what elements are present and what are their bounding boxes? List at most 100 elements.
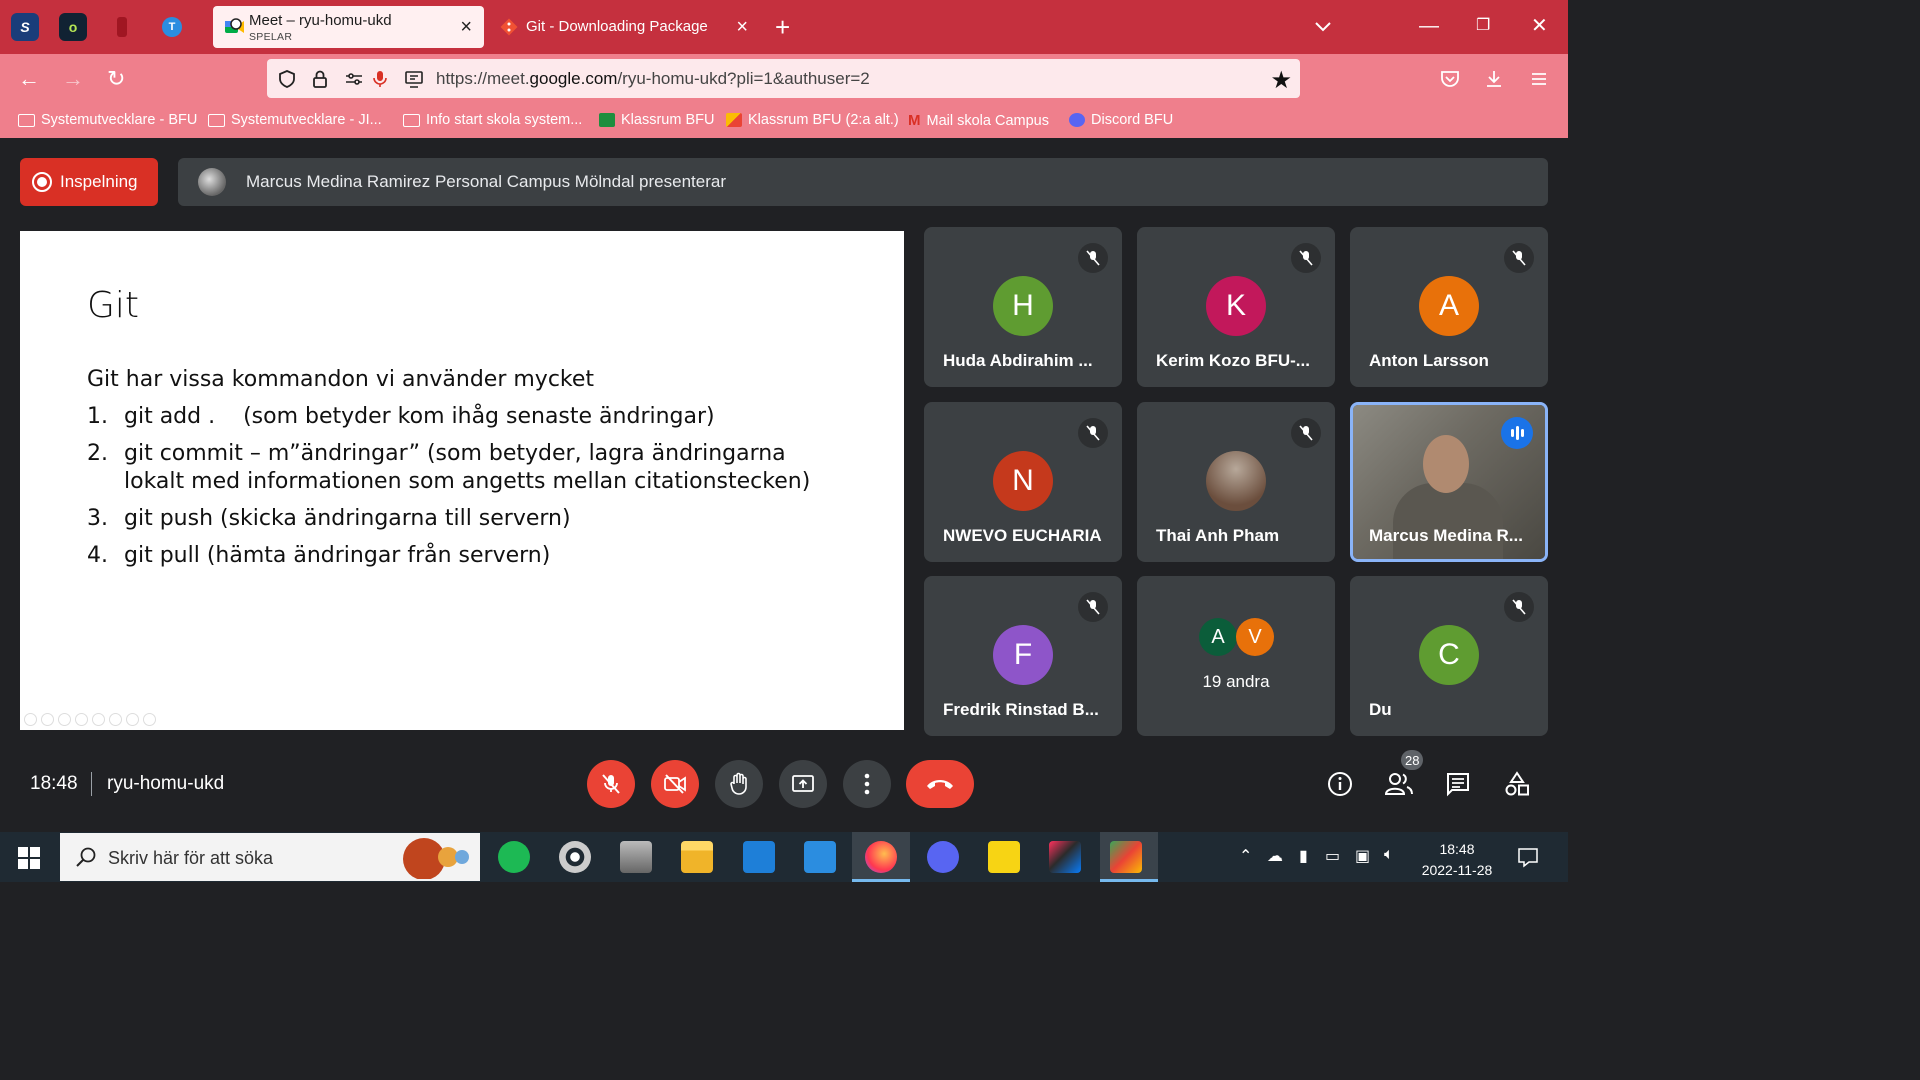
participant-tile[interactable]: F Fredrik Rinstad B... (924, 576, 1122, 736)
bookmark-item[interactable]: Klassrum BFU (599, 112, 714, 128)
participant-tile[interactable]: A Anton Larsson (1350, 227, 1548, 387)
tab-meet[interactable]: Meet – ryu-homu-ukd SPELAR × (213, 6, 484, 48)
forward-button[interactable]: → (62, 66, 84, 92)
self-tile[interactable]: C Du (1350, 576, 1548, 736)
taskbar-search-box[interactable]: Skriv här för att söka (60, 833, 480, 881)
chat-button[interactable] (1442, 768, 1474, 800)
file-explorer-icon[interactable] (681, 841, 713, 873)
git-icon (500, 18, 518, 36)
windows-start-icon[interactable] (18, 847, 40, 869)
participant-tile[interactable]: H Huda Abdirahim ... (924, 227, 1122, 387)
downloads-icon[interactable] (1484, 69, 1504, 89)
tab-git-download[interactable]: Git - Downloading Package × (490, 6, 760, 48)
participant-tile-active-speaker[interactable]: Marcus Medina R... (1350, 402, 1548, 562)
present-screen-button[interactable] (779, 760, 827, 808)
pocket-icon[interactable] (1440, 69, 1460, 89)
microphone-icon[interactable] (370, 69, 390, 89)
pinned-tab-icon[interactable] (108, 13, 136, 41)
bookmark-item[interactable]: Info start skola system... (403, 112, 582, 128)
search-placeholder: Skriv här för att söka (108, 848, 274, 868)
taskbar-clock[interactable]: 18:48 2022-11-28 (1417, 839, 1497, 881)
slide-list-item: 1. git add . (som betyder kom ihåg senas… (87, 404, 715, 429)
camera-toggle-button[interactable] (651, 760, 699, 808)
chevron-up-icon[interactable]: ⌃ (1239, 846, 1252, 866)
chevron-down-icon[interactable] (1314, 18, 1332, 36)
microphone-icon[interactable]: ▮ (1299, 846, 1308, 866)
folder-icon (403, 113, 420, 127)
pinned-tab-icon[interactable]: o (59, 13, 87, 41)
present-icon (792, 775, 814, 792)
others-tile[interactable]: A V 19 andra (1137, 576, 1335, 736)
pinned-tab-icon[interactable]: T (158, 13, 186, 41)
slide-title: Git (87, 285, 140, 326)
meet-main: Inspelning Marcus Medina Ramirez Persona… (0, 138, 1568, 832)
url-bar[interactable]: https://meet.google.com/ryu-homu-ukd?pli… (267, 59, 1300, 98)
app-icon[interactable] (620, 841, 652, 873)
hand-icon (730, 772, 747, 795)
intellij-icon[interactable] (1049, 841, 1081, 873)
bookmarks-bar: Systemutvecklare - BFU Systemutvecklare … (0, 104, 1568, 138)
spotify-icon[interactable] (498, 841, 530, 873)
app-icon[interactable] (743, 841, 775, 873)
firefox-icon[interactable] (865, 841, 897, 873)
menu-icon[interactable] (1529, 69, 1549, 89)
close-icon[interactable]: × (460, 17, 472, 37)
avatar: F (993, 625, 1053, 685)
raise-hand-button[interactable] (715, 760, 763, 808)
volume-icon[interactable]: 🔈︎ (1384, 846, 1394, 864)
folder-icon (208, 113, 225, 127)
mic-off-icon (1504, 243, 1534, 273)
bookmark-item[interactable]: M Mail skola Campus (908, 112, 1049, 129)
network-icon[interactable]: ▣ (1355, 846, 1370, 866)
battery-icon[interactable]: ▭ (1325, 846, 1340, 866)
pinned-tab-icon[interactable]: S (11, 13, 39, 41)
bookmark-star-icon[interactable]: ★ (1270, 66, 1292, 95)
app-icon[interactable] (1110, 841, 1142, 873)
slide-list-item: 2. git commit – m”ändringar” (som betyde… (87, 441, 811, 494)
restore-button[interactable]: ❐ (1476, 16, 1490, 36)
close-window-button[interactable]: ✕ (1531, 16, 1548, 36)
recording-button[interactable]: Inspelning (20, 158, 158, 206)
record-icon (32, 172, 52, 192)
bookmark-item[interactable]: Systemutvecklare - JI... (208, 112, 382, 128)
participant-tile[interactable]: N NWEVO EUCHARIA (924, 402, 1122, 562)
people-button[interactable] (1383, 768, 1415, 800)
permissions-icon[interactable] (344, 69, 364, 89)
new-tab-button[interactable]: + (775, 14, 790, 40)
mic-off-icon (1504, 592, 1534, 622)
participant-name: Marcus Medina R... (1369, 526, 1523, 545)
reload-button[interactable]: ↻ (107, 66, 125, 92)
hang-up-icon (927, 780, 953, 789)
participant-tile[interactable]: K Kerim Kozo BFU-... (1137, 227, 1335, 387)
screen-share-icon[interactable] (404, 69, 424, 89)
discord-icon[interactable] (927, 841, 959, 873)
slide-list-item: 3. git push (skicka ändringarna till ser… (87, 506, 571, 531)
slide-intro: Git har vissa kommandon vi använder myck… (87, 367, 595, 392)
back-button[interactable]: ← (18, 66, 40, 92)
bookmark-item[interactable]: Discord BFU (1069, 112, 1173, 128)
slide-controls[interactable] (24, 713, 156, 726)
shield-icon[interactable] (277, 69, 297, 89)
tab-playing-label: SPELAR (249, 31, 293, 43)
notifications-icon[interactable] (1517, 846, 1539, 868)
mic-toggle-button[interactable] (587, 760, 635, 808)
bookmark-item[interactable]: Klassrum BFU (2:a alt.) (726, 112, 899, 128)
minimize-button[interactable]: — (1419, 16, 1439, 36)
url-text[interactable]: https://meet.google.com/ryu-homu-ukd?pli… (436, 69, 870, 89)
app-icon[interactable] (559, 841, 591, 873)
mail-icon[interactable] (804, 841, 836, 873)
more-options-button[interactable] (843, 760, 891, 808)
onedrive-icon[interactable]: ☁ (1267, 846, 1283, 866)
meeting-info-button[interactable] (1324, 768, 1356, 800)
activities-button[interactable] (1501, 768, 1533, 800)
close-icon[interactable]: × (736, 17, 748, 37)
participant-tile[interactable]: Thai Anh Pham (1137, 402, 1335, 562)
activities-icon (1505, 771, 1529, 796)
sticky-notes-icon[interactable] (988, 841, 1020, 873)
bookmark-item[interactable]: Systemutvecklare - BFU (18, 112, 197, 128)
search-highlight-planets-icon (403, 838, 469, 879)
windows-taskbar: Skriv här för att söka ⌃ ☁ ▮ ▭ ▣ 🔈︎ 18:4… (0, 832, 1568, 882)
avatar (198, 168, 226, 196)
leave-call-button[interactable] (906, 760, 974, 808)
lock-icon[interactable] (310, 69, 330, 89)
